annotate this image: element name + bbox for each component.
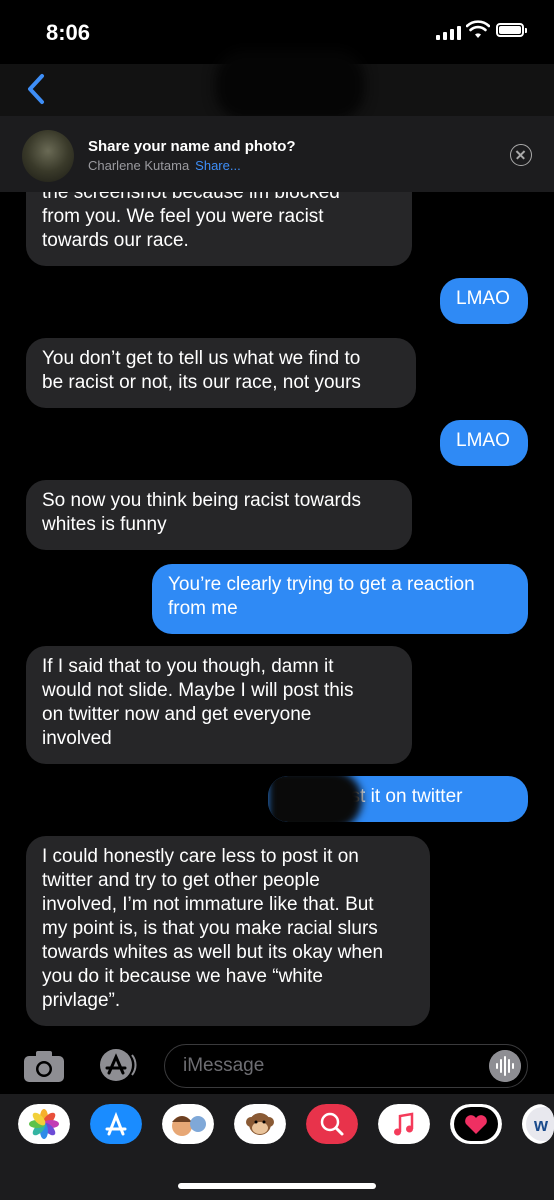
share-banner-title: Share your name and photo? bbox=[88, 138, 296, 155]
message-line: on twitter now and get everyone bbox=[42, 704, 312, 725]
message-line: twitter and try to get other people bbox=[42, 870, 320, 891]
cellular-signal-icon bbox=[436, 26, 461, 40]
message-bubble-sent: LMAO bbox=[440, 278, 528, 324]
contact-name-redacted[interactable] bbox=[215, 50, 365, 120]
message-bubble-sent: LMAO bbox=[440, 420, 528, 466]
message-line: towards whites as well but its okay when bbox=[42, 942, 384, 963]
wifi-icon bbox=[466, 20, 490, 38]
home-indicator[interactable] bbox=[178, 1183, 376, 1189]
app-store-icon[interactable] bbox=[94, 1046, 138, 1084]
music-icon[interactable] bbox=[378, 1104, 430, 1144]
photos-icon[interactable] bbox=[18, 1104, 70, 1144]
message-line: LMAO bbox=[456, 288, 510, 309]
close-icon[interactable] bbox=[510, 144, 532, 166]
message-line: from you. We feel you were racist bbox=[42, 206, 324, 227]
web-search-icon[interactable] bbox=[306, 1104, 358, 1144]
partial-app-icon[interactable]: w bbox=[522, 1104, 554, 1144]
message-bubble-received: So now you think being racist towards wh… bbox=[26, 480, 412, 550]
message-line: LMAO bbox=[456, 430, 510, 451]
message-line: involved bbox=[42, 728, 112, 749]
message-line: towards our race. bbox=[42, 230, 189, 251]
imessage-input[interactable]: iMessage bbox=[164, 1044, 528, 1088]
message-bubble-received: You don’t get to tell us what we find to… bbox=[26, 338, 416, 408]
message-line: So now you think being racist towards bbox=[42, 490, 361, 511]
message-bubble-received: If I said that to you though, damn it wo… bbox=[26, 646, 412, 764]
message-line: the screenshot because im blocked bbox=[42, 192, 340, 203]
audio-message-icon[interactable] bbox=[489, 1050, 521, 1082]
message-line: involved, I’m not immature like that. Bu… bbox=[42, 894, 374, 915]
message-line: from me bbox=[168, 598, 238, 619]
avatar bbox=[22, 130, 74, 182]
message-line: privlage”. bbox=[42, 990, 121, 1011]
camera-icon[interactable] bbox=[22, 1048, 66, 1084]
share-banner-name: Charlene Kutama bbox=[88, 158, 190, 173]
message-line: If I said that to you though, damn it bbox=[42, 656, 334, 677]
share-name-photo-banner: Share your name and photo? Charlene Kuta… bbox=[0, 116, 554, 192]
message-line: my point is, is that you make racial slu… bbox=[42, 918, 378, 939]
clock: 8:06 bbox=[46, 20, 91, 45]
message-line: You’re clearly trying to get a reaction bbox=[168, 574, 475, 595]
message-bubble-received: I could honestly care less to post it on… bbox=[26, 836, 430, 1026]
message-line: I could honestly care less to post it on bbox=[42, 846, 359, 867]
redaction-scribble bbox=[268, 776, 362, 822]
message-line: would not slide. Maybe I will post this bbox=[42, 680, 354, 701]
compose-bar: iMessage bbox=[0, 1036, 554, 1098]
message-bubble-sent: Do a post it on twitter bbox=[268, 776, 528, 822]
message-bubble-sent: You’re clearly trying to get a reaction … bbox=[152, 564, 528, 634]
conversation-header bbox=[0, 50, 554, 120]
imessage-placeholder: iMessage bbox=[183, 1055, 265, 1076]
message-line: You don’t get to tell us what we find to bbox=[42, 348, 361, 369]
back-chevron-icon[interactable] bbox=[22, 72, 52, 106]
digital-touch-icon[interactable] bbox=[450, 1104, 502, 1144]
message-line: whites is funny bbox=[42, 514, 167, 535]
app-store-icon[interactable] bbox=[90, 1104, 142, 1144]
message-line: be racist or not, its our race, not your… bbox=[42, 372, 361, 393]
message-bubble-received: the screenshot because im blocked from y… bbox=[26, 192, 412, 266]
svg-text:w: w bbox=[533, 1115, 549, 1135]
animoji-monkey-icon[interactable] bbox=[234, 1104, 286, 1144]
share-link[interactable]: Share... bbox=[195, 158, 241, 173]
share-banner-subtitle: Charlene Kutama Share... bbox=[88, 158, 241, 173]
message-thread[interactable]: the screenshot because im blocked from y… bbox=[0, 192, 554, 1032]
memoji-stickers-icon[interactable] bbox=[162, 1104, 214, 1144]
battery-icon bbox=[496, 23, 527, 37]
message-line: you do it because we have “white bbox=[42, 966, 323, 987]
